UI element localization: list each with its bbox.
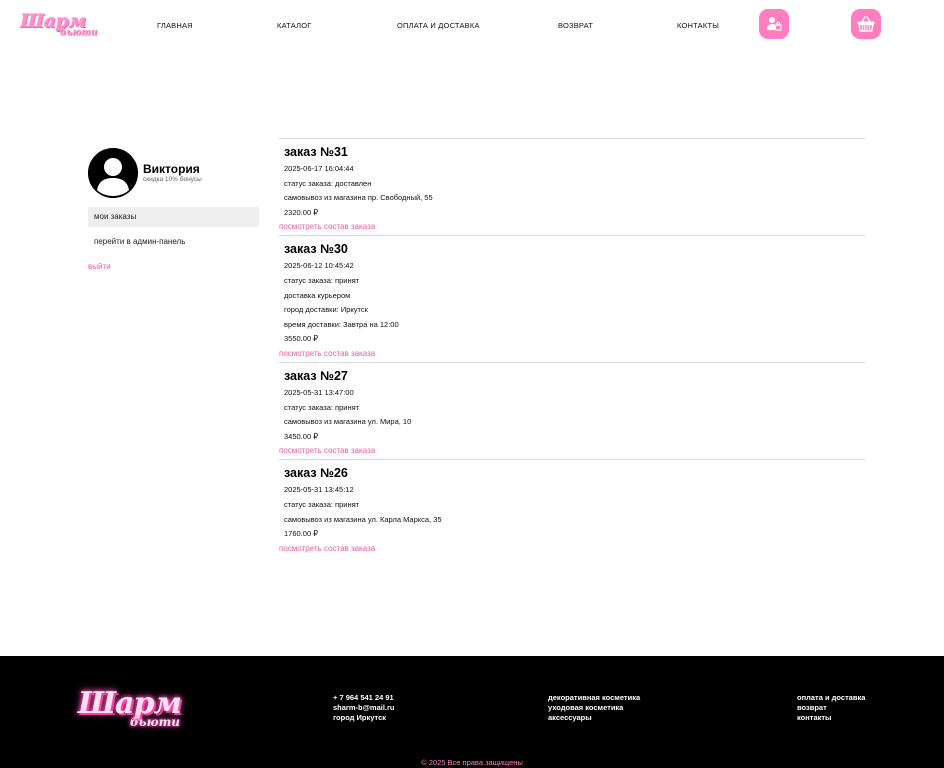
- order-title: заказ №30: [284, 242, 348, 257]
- footer-categories: декоративная косметика уходовая косметик…: [548, 693, 640, 723]
- user-name: Виктория: [143, 162, 200, 176]
- order-delivery: самовывоз из магазина пр. Свободный, 55: [284, 193, 433, 203]
- avatar-person-icon: [88, 148, 138, 198]
- footer-link-contacts[interactable]: контакты: [797, 713, 865, 723]
- view-order-link[interactable]: посмотреть состав заказа: [279, 220, 865, 234]
- view-order-link[interactable]: посмотреть состав заказа: [279, 444, 865, 458]
- order-delivery: самовывоз из магазина ул. Мира, 10: [284, 417, 412, 427]
- order-date: 2025-06-17 16:04:44: [284, 164, 354, 173]
- shopping-basket-icon: [857, 16, 875, 32]
- order-total: 3550.00 ₽: [284, 334, 318, 344]
- nav-contacts[interactable]: КОНТАКТЫ: [677, 21, 719, 30]
- order-status: статус заказа: принят: [284, 499, 360, 509]
- site-logo[interactable]: Шарм бьюти: [20, 10, 98, 40]
- order-total: 2320.00 ₽: [284, 207, 318, 217]
- site-header: Шарм бьюти ГЛАВНАЯ КАТАЛОГ ОПЛАТА И ДОСТ…: [0, 0, 944, 52]
- sidebar-item-admin-panel[interactable]: перейти в админ-панель: [88, 232, 259, 252]
- orders-list: заказ №31 2025-06-17 16:04:44 статус зак…: [279, 138, 865, 557]
- order-city: город доставки: Иркутск: [284, 305, 368, 315]
- footer-email[interactable]: sharm-b@mail.ru: [333, 703, 395, 713]
- footer-link-payment-delivery[interactable]: оплата и доставка: [797, 693, 865, 703]
- order-delivery-time: время доставки: Завтра на 12:00: [284, 319, 399, 329]
- view-order-link[interactable]: посмотреть состав заказа: [279, 542, 865, 556]
- order-status: статус заказа: доставлен: [284, 178, 372, 188]
- footer-link-skincare[interactable]: уходовая косметика: [548, 703, 640, 713]
- site-footer: Шарм бьюти + 7 964 541 24 91 sharm-b@mai…: [0, 656, 944, 768]
- view-order-link[interactable]: посмотреть состав заказа: [279, 347, 865, 361]
- nav-returns[interactable]: ВОЗВРАТ: [558, 21, 593, 30]
- footer-link-decorative[interactable]: декоративная косметика: [548, 693, 640, 703]
- footer-city: город Иркутск: [333, 713, 387, 722]
- footer-logo[interactable]: Шарм бьюти: [78, 686, 188, 736]
- nav-home[interactable]: ГЛАВНАЯ: [157, 21, 193, 30]
- profile-button[interactable]: [759, 9, 789, 39]
- order-title: заказ №26: [284, 466, 348, 481]
- footer-link-accessories[interactable]: аксессуары: [548, 713, 640, 723]
- order-card: заказ №31 2025-06-17 16:04:44 статус зак…: [279, 138, 865, 234]
- footer-phone[interactable]: + 7 964 541 24 91: [333, 693, 395, 703]
- logout-link[interactable]: выйти: [88, 262, 111, 271]
- footer-logo-sub-text: бьюти: [130, 715, 181, 729]
- order-delivery: доставка курьером: [284, 290, 351, 300]
- footer-contacts: + 7 964 541 24 91 sharm-b@mail.ru город …: [333, 693, 395, 723]
- nav-payment-delivery[interactable]: ОПЛАТА И ДОСТАВКА: [397, 21, 480, 30]
- order-title: заказ №31: [284, 145, 348, 159]
- order-card: заказ №26 2025-05-31 13:45:12 статус зак…: [279, 459, 865, 555]
- footer-info: оплата и доставка возврат контакты: [797, 693, 865, 723]
- user-avatar: [88, 148, 138, 198]
- order-date: 2025-05-31 13:45:12: [284, 485, 354, 495]
- copyright: © 2025 Все права защищены: [421, 758, 523, 767]
- user-profile-icon: [767, 17, 782, 31]
- footer-link-returns[interactable]: возврат: [797, 703, 865, 713]
- order-status: статус заказа: принят: [284, 402, 360, 412]
- order-date: 2025-06-12 10:45:42: [284, 261, 354, 271]
- order-date: 2025-05-31 13:47:00: [284, 387, 354, 397]
- order-card: заказ №27 2025-05-31 13:47:00 статус зак…: [279, 361, 865, 458]
- order-status: статус заказа: принят: [284, 275, 360, 285]
- order-total: 3450.00 ₽: [284, 431, 318, 441]
- order-total: 1760.00 ₽: [284, 529, 318, 539]
- order-card: заказ №30 2025-06-12 10:45:42 статус зак…: [279, 235, 865, 361]
- order-delivery: самовывоз из магазина ул. Карла Маркса, …: [284, 514, 442, 524]
- sidebar-item-my-orders[interactable]: мои заказы: [88, 207, 259, 227]
- cart-button[interactable]: [851, 9, 881, 39]
- nav-catalog[interactable]: КАТАЛОГ: [277, 21, 312, 30]
- order-title: заказ №27: [284, 368, 348, 383]
- logo-sub-text: бьюти: [60, 28, 98, 38]
- user-discount: скидка 10% бонусы: [143, 176, 202, 183]
